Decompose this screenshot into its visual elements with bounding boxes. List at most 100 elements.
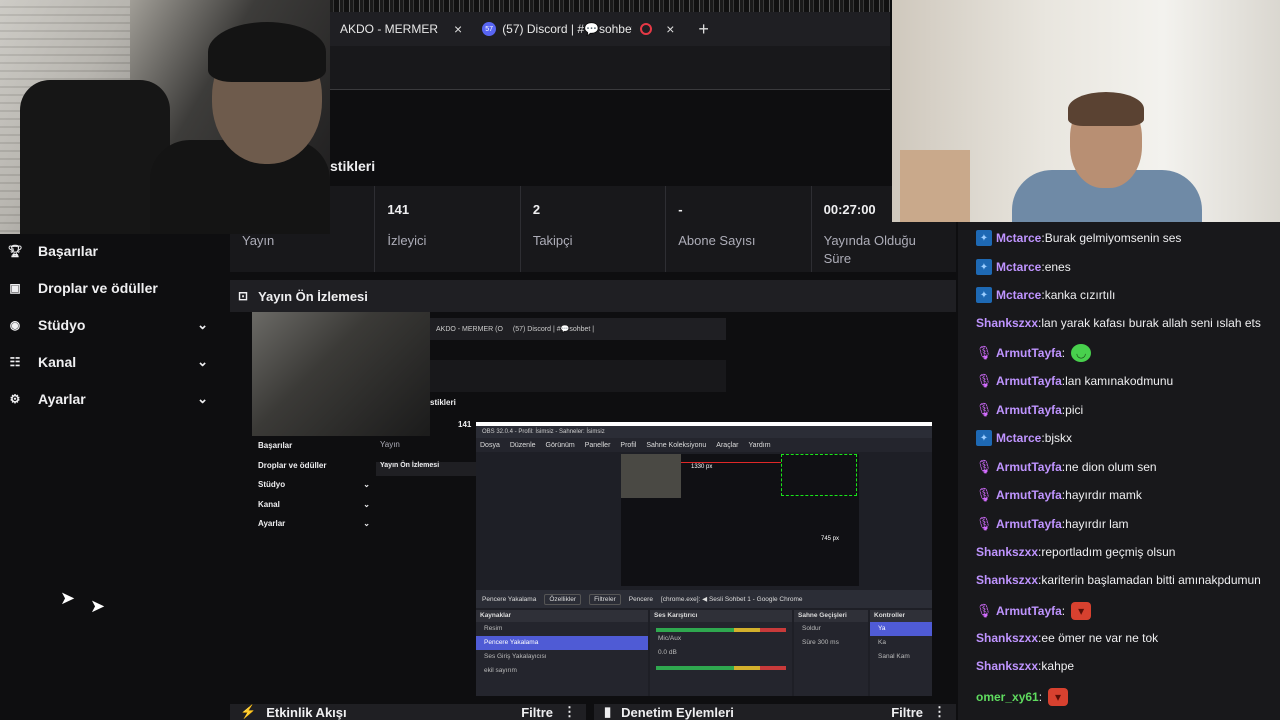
browser-tab[interactable]: 57 (57) Discord | #💬sohbet | C × <box>472 12 684 46</box>
chat-username[interactable]: ArmutTayfa <box>996 346 1062 360</box>
mini-preview-header: Yayın Ön İzlemesi <box>376 462 476 476</box>
preview-mini-bar <box>430 360 726 392</box>
obs-transitions-dock: Sahne Geçişleri Soldur Süre 300 ms <box>794 610 868 696</box>
close-icon[interactable]: × <box>454 21 462 37</box>
preview-webcam <box>252 312 430 436</box>
sidebar-item-label: Başarılar <box>38 242 98 259</box>
chat-username[interactable]: Shankszxx <box>976 659 1038 673</box>
sidebar-item-label: Droplar ve ödüller <box>38 279 158 296</box>
chat-username[interactable]: ArmutTayfa <box>996 403 1062 417</box>
sidebar-item-label: Kanal <box>38 353 77 370</box>
mini-sidebar-item: Stüdyo ⌄ <box>258 480 370 490</box>
obs-canvas-webcam <box>621 454 681 498</box>
broadcaster-badge-icon[interactable]: ✦ <box>976 259 992 275</box>
preview-icon: ⊡ <box>238 289 249 303</box>
address-bar-area <box>330 46 890 90</box>
microphone-badge-icon[interactable]: 🎙︎ <box>976 459 993 475</box>
microphone-badge-icon[interactable]: 🎙︎ <box>976 487 993 503</box>
obs-canvas-label: 745 px <box>821 536 840 542</box>
mini-tab: (57) Discord | #💬sohbet | <box>512 326 595 333</box>
dock-title: Kontroller <box>870 610 932 622</box>
chat-username[interactable]: omer_xy61 <box>976 690 1039 704</box>
chat-message: ✦ Mctarce: bjskx <box>976 430 1072 446</box>
sidebar-item-channel[interactable]: ☷ Kanal ⌄ <box>0 343 222 380</box>
new-tab-button[interactable]: + <box>698 19 709 40</box>
microphone-badge-icon[interactable]: 🎙︎ <box>976 402 993 418</box>
chat-username[interactable]: ArmutTayfa <box>996 604 1062 618</box>
microphone-badge-icon[interactable]: 🎙︎ <box>976 373 993 389</box>
dock-row: Resim <box>484 625 503 632</box>
microphone-badge-icon[interactable]: 🎙︎ <box>976 516 993 532</box>
chat-message: ✦ Mctarce: kanka cızırtılı <box>976 287 1115 303</box>
mini-sidebar-item: Droplar ve ödüller <box>258 460 327 470</box>
chevron-down-icon[interactable]: ⌄ <box>197 354 208 370</box>
chat-username[interactable]: Shankszxx <box>976 316 1038 330</box>
chat-username[interactable]: Shankszxx <box>976 573 1038 587</box>
browser-tab[interactable]: AKDO - MERMER (Of × <box>330 12 472 46</box>
mod-actions-header: ▮ Denetim Eylemleri Filtre ⋮ <box>594 704 956 720</box>
gear-icon: ⚙ <box>9 391 21 406</box>
dock-row: ekil sayırım <box>484 667 517 674</box>
broadcaster-badge-icon[interactable]: ✦ <box>976 287 992 303</box>
angry-emote-icon[interactable]: ▾ <box>1071 602 1092 620</box>
chat-text: hayırdır lam <box>1065 517 1129 531</box>
mini-tab: AKDO - MERMER (O <box>436 325 503 333</box>
obs-selection-box <box>781 454 857 496</box>
dock-row: Mic/Aux <box>658 635 682 642</box>
stat-viewers: 141 İzleyici <box>375 186 521 272</box>
obs-properties-button: Özellikler <box>544 593 582 605</box>
more-icon[interactable]: ⋮ <box>933 704 946 720</box>
filter-button[interactable]: Filtre <box>521 705 553 720</box>
channel-icon: ☷ <box>9 354 21 369</box>
chat-username[interactable]: Shankszxx <box>976 631 1038 645</box>
obs-menu-item: Profil <box>620 441 637 449</box>
microphone-badge-icon[interactable]: 🎙︎ <box>976 345 993 361</box>
mini-sidebar-item: Kanal ⌄ <box>258 499 370 509</box>
chat-username[interactable]: ArmutTayfa <box>996 517 1062 531</box>
sidebar-item-label: Ayarlar <box>38 390 86 407</box>
chat-username[interactable]: Mctarce <box>996 431 1041 445</box>
webcam-overlay-left <box>0 0 330 234</box>
chat-text: ne dion olum sen <box>1065 460 1157 474</box>
chat-message: 🎙︎ ArmutTayfa: pici <box>976 402 1083 418</box>
broadcaster-badge-icon[interactable]: ✦ <box>976 230 992 246</box>
chat-username[interactable]: Shankszxx <box>976 545 1038 559</box>
gift-icon: ▣ <box>9 280 21 295</box>
activity-feed-title: Etkinlik Akışı <box>266 704 347 720</box>
chat-text: ee ömer ne var ne tok <box>1041 631 1159 645</box>
chat-username[interactable]: ArmutTayfa <box>996 374 1062 388</box>
sidebar-item-settings[interactable]: ⚙ Ayarlar ⌄ <box>0 380 222 417</box>
filter-button[interactable]: Filtre <box>891 705 923 720</box>
chevron-down-icon[interactable]: ⌄ <box>197 317 208 333</box>
sidebar-item-drops[interactable]: ▣ Droplar ve ödüller <box>0 269 222 306</box>
dock-row: Sanal Kam <box>878 653 910 660</box>
chat-username[interactable]: Mctarce <box>996 260 1041 274</box>
chat-username[interactable]: Mctarce <box>996 231 1041 245</box>
obs-menu-bar: Dosya Düzenle Görünüm Paneller Profil Sa… <box>476 438 932 452</box>
obs-menu-item: Görünüm <box>545 441 575 449</box>
stat-label: İzleyici <box>387 233 427 248</box>
obs-canvas: 1330 px 745 px <box>621 454 859 586</box>
obs-window: OBS 32.0.4 - Profil: İsimsiz - Sahneler:… <box>476 422 932 696</box>
sidebar-item-achievements[interactable]: 🏆︎ Başarılar <box>0 232 222 269</box>
more-icon[interactable]: ⋮ <box>563 704 576 720</box>
chat-text: lan yarak kafası burak allah seni ıslah … <box>1041 316 1261 330</box>
green-emote-icon[interactable]: ◡ <box>1071 344 1092 362</box>
chat-message: Shankszxx: kariterin başlamadan bitti am… <box>976 573 1261 587</box>
obs-menu-item: Yardım <box>748 441 771 449</box>
stat-subscribers: - Abone Sayısı <box>666 186 812 272</box>
chat-username[interactable]: Mctarce <box>996 288 1041 302</box>
close-icon[interactable]: × <box>666 21 674 37</box>
dock-title: Ses Karıştırıcı <box>650 610 792 622</box>
chat-username[interactable]: ArmutTayfa <box>996 488 1062 502</box>
chevron-down-icon[interactable]: ⌄ <box>197 391 208 407</box>
mini-stat-label: Yayın <box>380 440 400 449</box>
cursor-icon: ➤ <box>90 596 106 616</box>
trophy-icon: 🏆︎ <box>7 243 23 258</box>
chat-username[interactable]: ArmutTayfa <box>996 460 1062 474</box>
obs-canvas-label: 1330 px <box>691 464 713 470</box>
broadcaster-badge-icon[interactable]: ✦ <box>976 430 992 446</box>
microphone-badge-icon[interactable]: 🎙︎ <box>976 603 993 619</box>
angry-emote-icon[interactable]: ▾ <box>1048 688 1069 706</box>
sidebar-item-studio[interactable]: ◉ Stüdyo ⌄ <box>0 306 222 343</box>
